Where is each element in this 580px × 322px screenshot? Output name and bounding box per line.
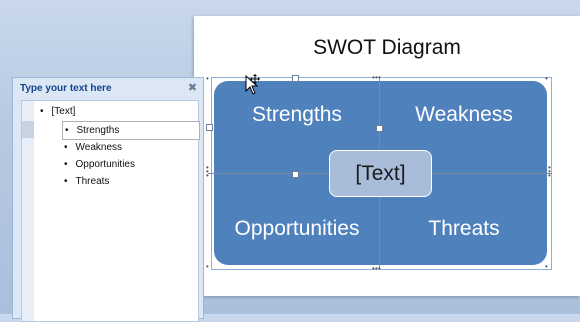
frame-grip-bottom[interactable]: • • • (372, 264, 381, 273)
frame-grip-left[interactable]: • • • (206, 164, 209, 180)
frame-grip-bottom-right[interactable]: • (545, 262, 548, 271)
close-icon[interactable]: ✖ (187, 83, 198, 94)
list-item[interactable]: • [Text] (40, 103, 75, 120)
frame-grip-bottom-left[interactable]: • (206, 262, 209, 271)
active-row-marker (22, 121, 34, 138)
frame-grip-right[interactable]: • • • (548, 164, 551, 180)
resize-handle-inner-left[interactable] (292, 171, 299, 178)
list-item[interactable]: • Opportunities (64, 156, 135, 173)
resize-handle-top[interactable] (292, 75, 299, 82)
quadrant-threats[interactable]: Threats (389, 217, 539, 241)
quadrant-weakness[interactable]: Weakness (389, 103, 539, 127)
frame-grip-top[interactable]: • • • (372, 73, 381, 82)
text-pane-header: Type your text here ✖ (13, 78, 203, 100)
center-text-box[interactable]: [Text] (329, 150, 432, 197)
text-pane-title: Type your text here (20, 83, 112, 94)
list-item[interactable]: • Threats (64, 173, 109, 190)
list-item[interactable]: • Weakness (64, 139, 122, 156)
quadrant-strengths[interactable]: Strengths (222, 103, 372, 127)
bullet-icon: • (64, 142, 68, 153)
text-pane-body[interactable]: • [Text] • Strengths • Weakness • Opport… (21, 100, 200, 322)
move-cursor-icon (245, 74, 260, 95)
resize-handle-inner-top[interactable] (376, 125, 383, 132)
frame-grip-top-right[interactable]: • (545, 74, 548, 83)
list-item[interactable]: • Strengths (62, 121, 200, 140)
bullet-icon: • (65, 125, 69, 136)
text-pane[interactable]: Type your text here ✖ • [Text] • Strengt… (12, 77, 204, 322)
bullet-icon: • (64, 159, 68, 170)
quadrant-opportunities[interactable]: Opportunities (222, 217, 372, 241)
bullet-icon: • (40, 106, 44, 117)
resize-handle-left[interactable] (206, 124, 213, 131)
slide-title[interactable]: SWOT Diagram (194, 36, 580, 60)
frame-grip-top-left[interactable]: • (206, 74, 209, 83)
center-text[interactable]: [Text] (355, 162, 405, 186)
bullet-icon: • (64, 176, 68, 187)
